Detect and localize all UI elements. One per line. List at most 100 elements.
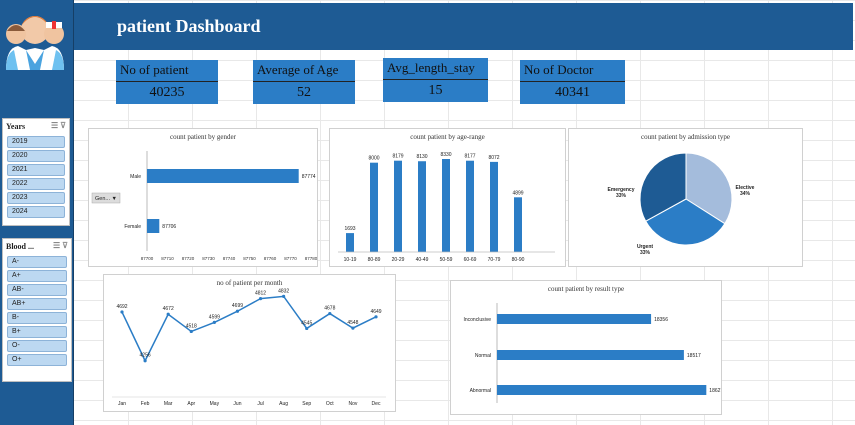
- admission-type-chart: Elective34%Urgent33%Emergency33%: [608, 152, 755, 256]
- blood-slicer-title: Blood ...: [6, 242, 35, 251]
- data-label: 4672: [163, 306, 174, 312]
- kpi-value: 40341: [520, 82, 625, 104]
- slicer-item-a-pos[interactable]: A+: [7, 270, 67, 282]
- slicer-item-2024[interactable]: 2024: [7, 206, 65, 218]
- multi-select-icon[interactable]: ☰: [51, 121, 58, 130]
- kpi-avg-length-stay: Avg_length_stay 15: [383, 58, 488, 102]
- data-point: [120, 310, 124, 314]
- data-label: 4678: [324, 306, 335, 312]
- tick-label: 87770: [284, 256, 297, 261]
- tick-label: 87760: [264, 256, 277, 261]
- data-label: 4692: [116, 304, 127, 310]
- slicer-item-2021[interactable]: 2021: [7, 164, 65, 176]
- tick-label: Jun: [233, 401, 241, 407]
- kpi-value: 52: [253, 82, 355, 104]
- tick-label: 40-49: [416, 257, 429, 263]
- tick-label: Jul: [257, 401, 263, 407]
- years-slicer: Years ☰ ⊽ 2019 2020 2021 2022 2023 2024: [2, 118, 70, 226]
- data-label: 4545: [301, 320, 312, 326]
- bar: [147, 169, 299, 183]
- slicer-item-o-pos[interactable]: O+: [7, 354, 67, 366]
- slice-pct-label: 33%: [616, 193, 627, 199]
- kpi-average-age: Average of Age 52: [253, 60, 355, 104]
- admission-type-chart-card: count patient by admission type Elective…: [568, 128, 803, 267]
- tick-label: Dec: [372, 401, 381, 407]
- slicer-item-2020[interactable]: 2020: [7, 150, 65, 162]
- slicer-item-o-neg[interactable]: O-: [7, 340, 67, 352]
- category-label: Inconclusive: [463, 317, 491, 323]
- chart-title: no of patient per month: [216, 279, 283, 287]
- filter-button-label: Gen... ▼: [95, 196, 117, 202]
- kpi-patient-count: No of patient 40235: [116, 60, 218, 104]
- page-title: patient Dashboard: [117, 16, 261, 36]
- gender-chart-card: count patient by gender Male 87774 Female 8…: [88, 128, 318, 267]
- data-label: 4599: [209, 314, 220, 320]
- tick-label: 80-90: [512, 257, 525, 263]
- data-point: [189, 329, 193, 334]
- kpi-value: 15: [383, 80, 488, 102]
- chart-title: count patient by age-range: [410, 133, 485, 141]
- bar: [466, 160, 474, 252]
- data-label: 4812: [255, 291, 266, 297]
- result-type-chart-card: count patient by result type Inconclusiv…: [450, 280, 723, 415]
- data-point: [351, 326, 355, 330]
- slicer-item-2022[interactable]: 2022: [7, 178, 65, 190]
- clear-filter-icon[interactable]: ⊽: [60, 121, 66, 130]
- tick-label: 10-19: [344, 257, 357, 263]
- tick-label: Oct: [326, 401, 334, 407]
- data-label: 18627: [709, 388, 721, 394]
- data-label: 18356: [654, 317, 668, 323]
- data-point: [166, 312, 170, 316]
- slicer-item-ab-pos[interactable]: AB+: [7, 298, 67, 310]
- tick-label: 60-69: [464, 257, 477, 263]
- tick-label: 87750: [243, 256, 256, 261]
- tick-label: 20-29: [392, 257, 405, 263]
- tick-label: 87720: [182, 256, 195, 261]
- slicer-item-ab-neg[interactable]: AB-: [7, 284, 67, 296]
- kpi-doctor-count: No of Doctor 40341: [520, 60, 625, 104]
- bar: [346, 233, 354, 252]
- data-label: 1693: [344, 226, 355, 232]
- data-label: 4256: [140, 353, 151, 359]
- kpi-label: No of Doctor: [520, 60, 625, 82]
- slicer-item-a-neg[interactable]: A-: [7, 256, 67, 268]
- slicer-item-2019[interactable]: 2019: [7, 136, 65, 148]
- kpi-label: No of patient: [116, 60, 218, 82]
- tick-label: Nov: [348, 401, 357, 407]
- slicer-item-b-pos[interactable]: B+: [7, 326, 67, 338]
- tick-label: 87710: [161, 256, 174, 261]
- data-label: 4899: [512, 190, 523, 196]
- slicer-item-2023[interactable]: 2023: [7, 192, 65, 204]
- category-label: Normal: [475, 353, 491, 359]
- data-point: [328, 311, 332, 316]
- tick-label: Apr: [187, 401, 195, 407]
- data-label: 4832: [278, 288, 289, 294]
- bar: [418, 161, 426, 252]
- dashboard-root: patient Dashboard Years ☰ ⊽ 2019 2020 20…: [0, 0, 855, 425]
- gender-chart: Male 87774 Female 87706 87700 87710 87720 87730…: [91, 151, 318, 261]
- data-point: [305, 326, 309, 331]
- kpi-label: Avg_length_stay: [383, 58, 488, 80]
- bar: [147, 219, 160, 233]
- dashboard-header: patient Dashboard: [74, 3, 853, 50]
- data-label: 87774: [302, 174, 316, 180]
- clear-filter-icon[interactable]: ⊽: [62, 241, 68, 250]
- data-point: [235, 309, 240, 313]
- tick-label: 70-79: [488, 257, 501, 263]
- blood-type-slicer: Blood ... ☰ ⊽ A- A+ AB- AB+ B- B+ O- O+: [2, 238, 72, 382]
- data-point: [282, 294, 286, 298]
- data-point: [212, 320, 216, 325]
- chart-title: count patient by result type: [547, 285, 625, 293]
- data-label: 87706: [162, 224, 176, 230]
- kpi-label: Average of Age: [253, 60, 355, 82]
- bar: [394, 160, 402, 252]
- bar: [490, 161, 498, 252]
- multi-select-icon[interactable]: ☰: [53, 241, 60, 250]
- data-label: 8177: [464, 154, 475, 160]
- years-slicer-header: Years ☰ ⊽: [3, 119, 69, 134]
- monthly-chart-card: no of patient per month 4692 Jan 4256 Feb 46…: [103, 274, 396, 412]
- tick-label: 80-89: [368, 257, 381, 263]
- data-label: 4518: [186, 323, 197, 329]
- slicer-item-b-neg[interactable]: B-: [7, 312, 67, 324]
- result-type-chart: Inconclusive 18356 Normal 18517 Abnormal 1862…: [463, 303, 723, 403]
